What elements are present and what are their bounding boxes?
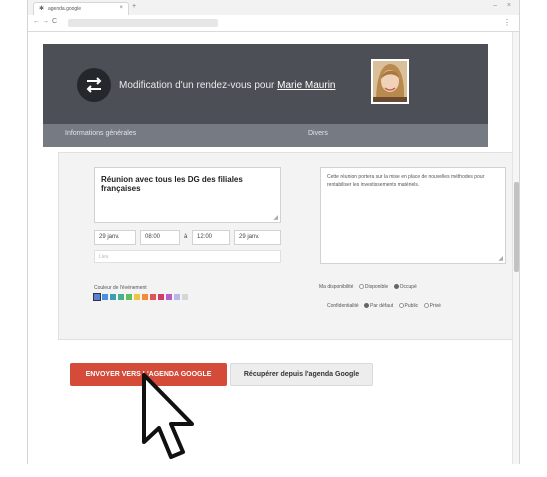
color-swatch[interactable] <box>174 294 180 300</box>
color-swatch[interactable] <box>110 294 116 300</box>
option-busy: Occupé <box>399 284 417 290</box>
color-swatch[interactable] <box>158 294 164 300</box>
color-swatch[interactable] <box>102 294 108 300</box>
scrollbar-thumb[interactable] <box>514 182 519 272</box>
confidentiality-row: Confidentialité Par défaut Public Privé <box>327 303 441 309</box>
radio-busy[interactable] <box>393 284 399 290</box>
color-swatch[interactable] <box>126 294 132 300</box>
person-link[interactable]: Marie Maurin <box>277 80 335 91</box>
resize-handle-icon[interactable]: ◢ <box>498 255 503 262</box>
radio-public[interactable] <box>398 303 404 309</box>
location-field[interactable]: Lieu <box>94 250 281 263</box>
back-icon[interactable]: ← <box>33 18 40 25</box>
option-private: Privé <box>429 303 441 309</box>
tab-general-info[interactable]: Informations générales <box>65 130 136 137</box>
tab-title: agenda.google <box>48 6 82 12</box>
color-swatch[interactable] <box>182 294 188 300</box>
subject-text: Réunion avec tous les DG des filiales fr… <box>101 175 243 193</box>
radio-available[interactable] <box>358 284 364 290</box>
availability-label: Ma disponibilité <box>319 284 354 290</box>
window-close-icon[interactable]: × <box>507 2 511 9</box>
page-favicon-icon: ✱ <box>39 6 45 12</box>
time-separator: à <box>184 234 188 240</box>
option-default: Par défaut <box>370 303 394 309</box>
event-form: Réunion avec tous les DG des filiales fr… <box>58 152 519 340</box>
availability-row: Ma disponibilité Disponible Occupé <box>319 284 417 290</box>
color-swatch[interactable] <box>150 294 156 300</box>
page-title: Modification d'un rendez-vous pour Marie… <box>119 80 335 91</box>
radio-private[interactable] <box>423 303 429 309</box>
resize-handle-icon[interactable]: ◢ <box>273 214 278 221</box>
url-field[interactable] <box>68 19 218 27</box>
color-label: Couleur de l'événement <box>94 285 147 291</box>
tab-close-icon[interactable]: × <box>119 5 123 11</box>
reload-icon[interactable]: C <box>52 18 57 25</box>
color-picker <box>93 293 190 302</box>
description-text: Cette réunion portera sur la mise en pla… <box>327 174 485 188</box>
confidentiality-label: Confidentialité <box>327 303 359 309</box>
address-bar: ← → C ⋮ <box>28 15 519 32</box>
fetch-from-google-button[interactable]: Récupérer depuis l'agenda Google <box>230 363 373 386</box>
color-swatch[interactable] <box>166 294 172 300</box>
start-time-field[interactable]: 08:00 <box>140 230 180 245</box>
vertical-scrollbar[interactable] <box>512 32 519 464</box>
title-prefix: Modification d'un rendez-vous pour <box>119 80 278 91</box>
sync-icon <box>77 68 111 102</box>
tab-strip: ✱ agenda.google × + – × <box>28 0 519 15</box>
section-tabs: Informations générales Divers <box>43 124 488 147</box>
end-date-field[interactable]: 29 janv. <box>234 230 281 245</box>
color-swatch[interactable] <box>93 293 101 301</box>
description-field[interactable]: Cette réunion portera sur la mise en pla… <box>320 167 506 264</box>
page-header: Modification d'un rendez-vous pour Marie… <box>43 44 488 124</box>
radio-default[interactable] <box>364 303 370 309</box>
color-swatch[interactable] <box>134 294 140 300</box>
forward-icon[interactable]: → <box>42 18 49 25</box>
browser-window: ✱ agenda.google × + – × ← → C ⋮ Modifica… <box>27 0 520 464</box>
color-swatch[interactable] <box>142 294 148 300</box>
option-public: Public <box>404 303 419 309</box>
browser-menu-icon[interactable]: ⋮ <box>503 18 511 27</box>
tab-misc[interactable]: Divers <box>308 130 328 137</box>
option-available: Disponible <box>364 284 389 290</box>
end-time-field[interactable]: 12:00 <box>192 230 230 245</box>
color-swatch[interactable] <box>118 294 124 300</box>
start-date-field[interactable]: 29 janv. <box>94 230 136 245</box>
subject-field[interactable]: Réunion avec tous les DG des filiales fr… <box>94 167 281 223</box>
new-tab-icon[interactable]: + <box>132 3 136 10</box>
avatar <box>371 59 409 104</box>
mouse-cursor-icon <box>140 372 204 469</box>
minimize-icon[interactable]: – <box>493 2 497 9</box>
browser-tab[interactable]: ✱ agenda.google × <box>33 2 129 15</box>
